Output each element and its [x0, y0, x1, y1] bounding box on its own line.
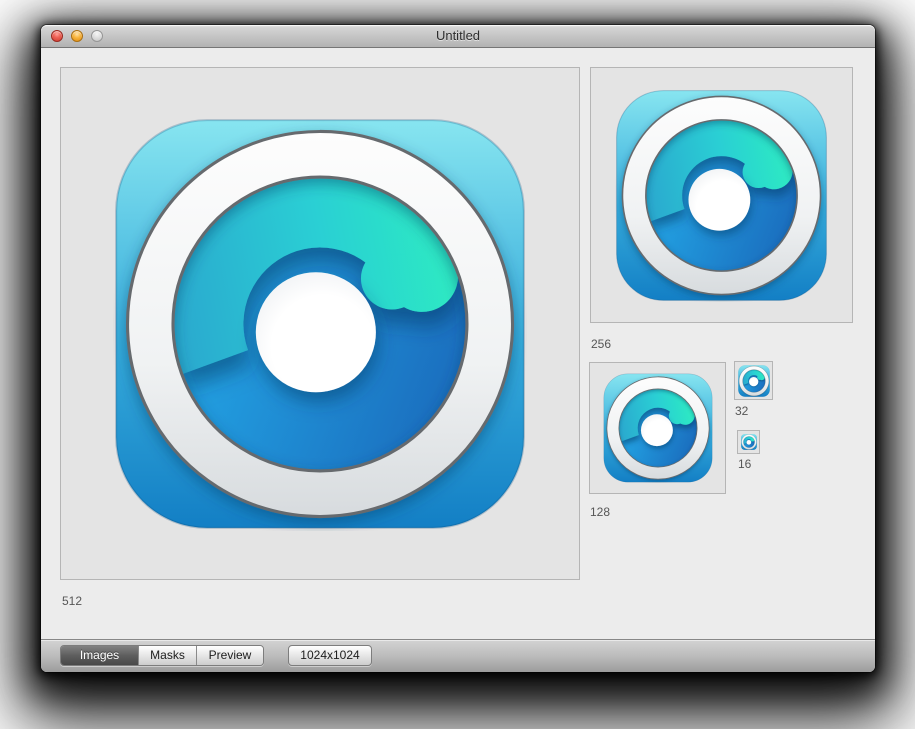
app-icon-preview-32 — [738, 365, 770, 397]
app-window: Untitled 512 256 128 — [41, 25, 875, 672]
tab-preview[interactable]: Preview — [197, 646, 263, 665]
tab-masks[interactable]: Masks — [139, 646, 197, 665]
app-icon-preview-16 — [741, 434, 757, 450]
size-label-16: 16 — [738, 457, 751, 471]
size-1024-button[interactable]: 1024x1024 — [288, 645, 372, 666]
preview-slot-512[interactable] — [60, 67, 580, 580]
screenshot-canvas: Untitled 512 256 128 — [0, 0, 915, 729]
minimize-button[interactable] — [71, 30, 83, 42]
app-icon-preview-256 — [615, 89, 828, 302]
tab-images[interactable]: Images — [61, 646, 139, 665]
preview-slot-32[interactable] — [734, 361, 773, 400]
preview-slot-16[interactable] — [737, 430, 760, 454]
size-label-32: 32 — [735, 404, 748, 418]
size-label-512: 512 — [62, 594, 82, 608]
icon-canvas-area: 512 256 128 32 — [41, 48, 875, 639]
window-title: Untitled — [41, 25, 875, 47]
app-icon-preview-512 — [113, 117, 527, 531]
zoom-button — [91, 30, 103, 42]
bottom-toolbar: Images Masks Preview 1024x1024 — [41, 639, 875, 672]
preview-slot-256[interactable] — [590, 67, 853, 323]
preview-slot-128[interactable] — [589, 362, 726, 494]
app-icon-preview-128 — [603, 373, 713, 483]
size-label-128: 128 — [590, 505, 610, 519]
close-button[interactable] — [51, 30, 63, 42]
size-label-256: 256 — [591, 337, 611, 351]
title-bar[interactable]: Untitled — [41, 25, 875, 48]
view-mode-segmented-control: Images Masks Preview — [60, 645, 264, 666]
